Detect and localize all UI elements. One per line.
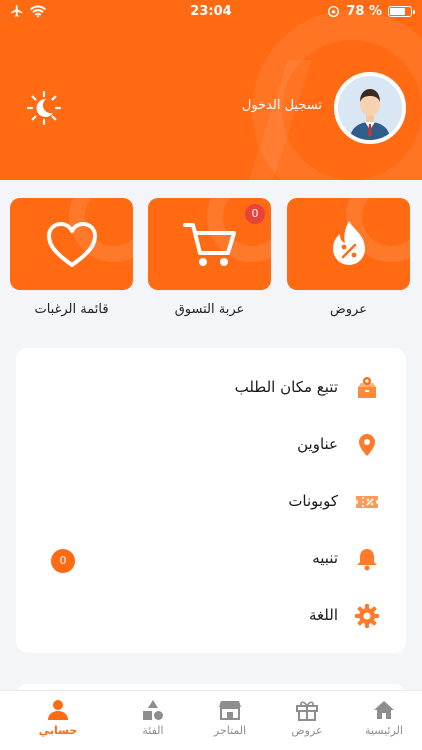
menu-item-label: تنبيه bbox=[312, 549, 338, 567]
cart-label: عربة التسوق bbox=[174, 302, 245, 317]
tab-category[interactable]: الفئة bbox=[115, 699, 191, 745]
menu-item-label: كوبونات bbox=[288, 492, 338, 510]
gear-icon bbox=[355, 604, 379, 628]
menu-item-track-order[interactable]: تتبع مكان الطلب bbox=[16, 368, 406, 408]
tab-label: الفئة bbox=[142, 724, 164, 737]
menu-item-notifications[interactable]: تنبيه 0 bbox=[16, 539, 406, 579]
battery-level bbox=[390, 8, 405, 15]
tab-home[interactable]: الرئيسية bbox=[346, 699, 422, 745]
tab-label: حسابي bbox=[38, 724, 78, 737]
cart-icon bbox=[182, 223, 236, 266]
person-icon bbox=[48, 700, 68, 720]
status-bar: 23:04 78 % bbox=[0, 0, 422, 24]
battery-percent: 78 % bbox=[346, 4, 382, 19]
offers-tile[interactable] bbox=[287, 198, 410, 290]
moon-sun-icon bbox=[26, 90, 62, 126]
category-shapes-icon bbox=[143, 700, 163, 720]
user-avatar-icon bbox=[338, 76, 402, 140]
battery-icon bbox=[388, 6, 415, 17]
bottom-tab-bar: الرئيسية عروض المتاجر الفئة حسابي bbox=[0, 690, 422, 750]
notifications-count-badge: 0 bbox=[51, 549, 75, 573]
orientation-lock-icon bbox=[328, 5, 340, 18]
tab-label: الرئيسية bbox=[365, 724, 403, 737]
bell-icon bbox=[357, 549, 377, 571]
tab-label: المتاجر bbox=[213, 724, 247, 737]
menu-item-label: اللغة bbox=[309, 606, 338, 624]
tab-label: عروض bbox=[291, 724, 323, 737]
coupon-icon bbox=[356, 496, 378, 508]
tab-stores[interactable]: المتاجر bbox=[192, 699, 268, 745]
menu-item-addresses[interactable]: عناوين bbox=[16, 425, 406, 465]
account-menu: تتبع مكان الطلب عناوين كوبونات تنبيه 0 ا… bbox=[16, 348, 406, 653]
home-icon bbox=[374, 701, 394, 719]
wishlist-label: قائمة الرغبات bbox=[34, 302, 109, 317]
avatar[interactable] bbox=[334, 72, 406, 144]
tab-offers[interactable]: عروض bbox=[269, 699, 345, 745]
fire-discount-icon bbox=[332, 221, 365, 265]
cart-count-badge: 0 bbox=[245, 204, 265, 224]
menu-item-label: تتبع مكان الطلب bbox=[234, 378, 338, 396]
dark-mode-toggle[interactable] bbox=[26, 90, 62, 126]
offers-label: عروض bbox=[330, 302, 367, 317]
gift-icon bbox=[296, 701, 318, 721]
heart-icon bbox=[46, 222, 97, 267]
menu-item-coupons[interactable]: كوبونات bbox=[16, 482, 406, 522]
login-link[interactable]: تسجيل الدخول bbox=[242, 98, 322, 113]
status-right: 78 % bbox=[327, 4, 415, 19]
track-box-icon bbox=[358, 377, 376, 398]
wishlist-tile[interactable] bbox=[10, 198, 133, 290]
menu-item-language[interactable]: اللغة bbox=[16, 596, 406, 636]
tab-account[interactable]: حسابي bbox=[20, 699, 96, 745]
shortcut-tiles bbox=[0, 198, 422, 290]
location-pin-icon bbox=[359, 434, 375, 456]
menu-item-label: عناوين bbox=[297, 435, 338, 453]
store-icon bbox=[219, 701, 241, 720]
